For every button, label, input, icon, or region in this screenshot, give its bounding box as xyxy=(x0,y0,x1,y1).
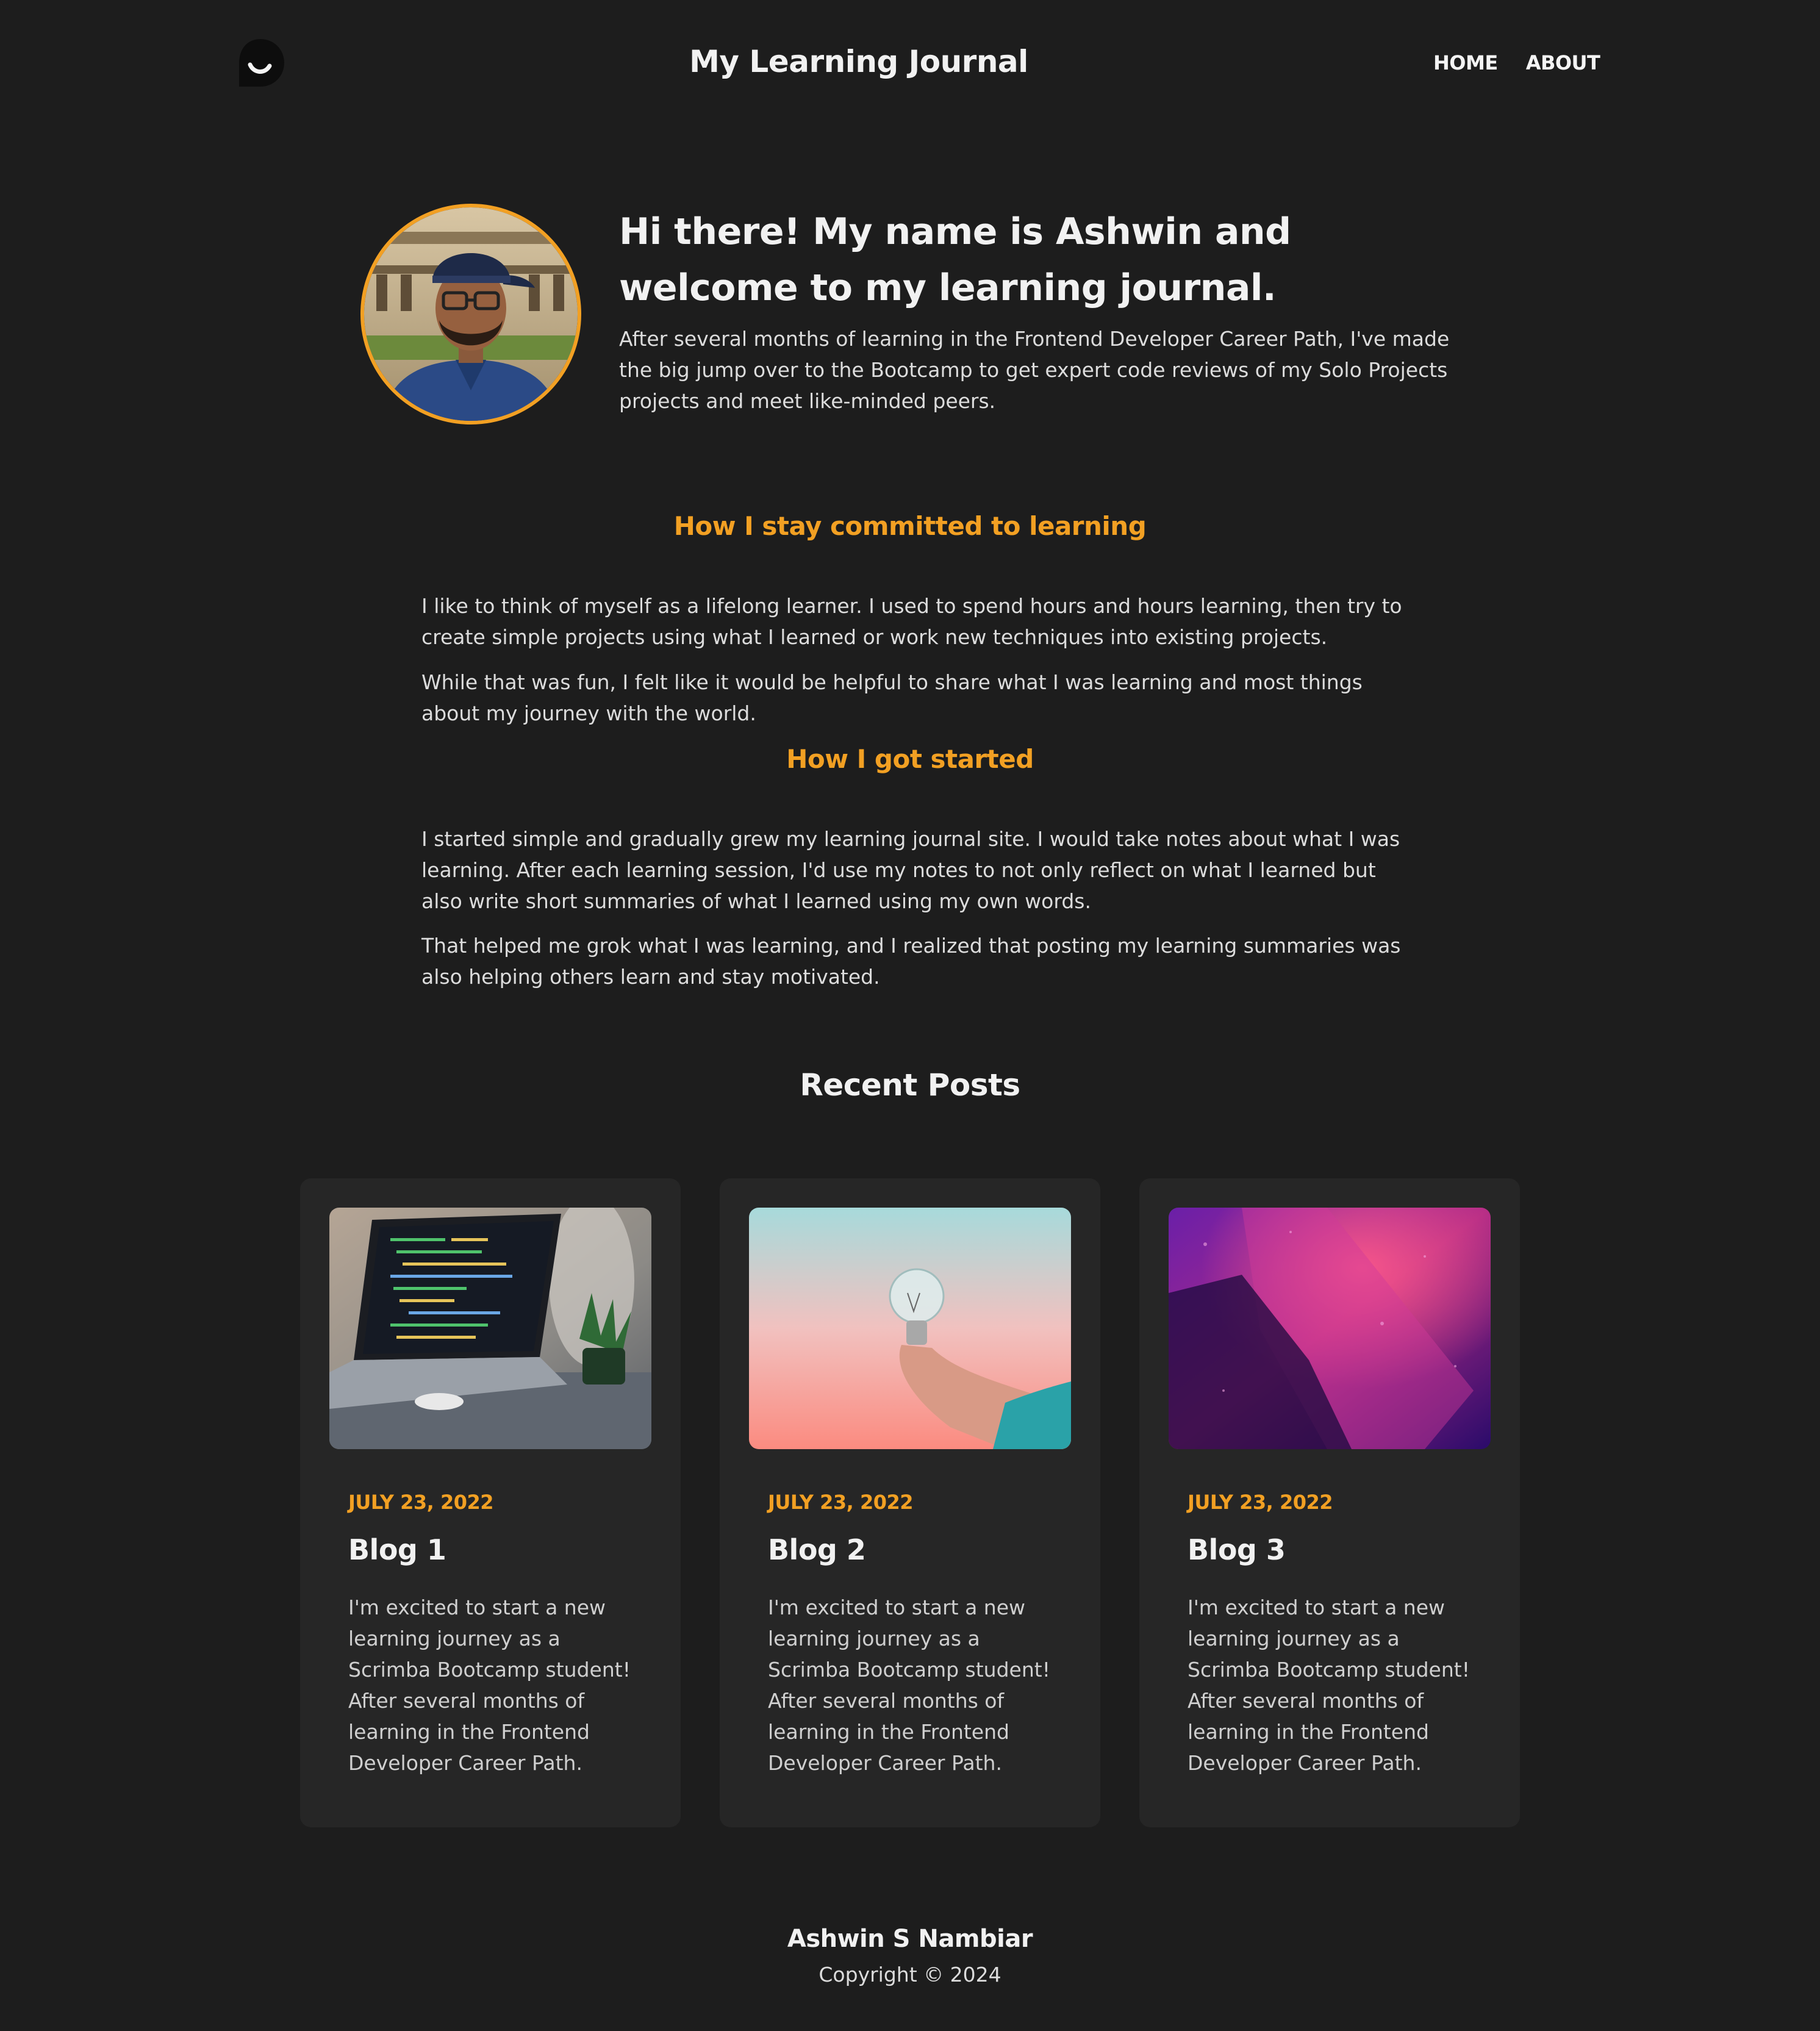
post-excerpt: I'm excited to start a new learning jour… xyxy=(768,1596,1050,1775)
section-paragraph: I started simple and gradually grew my l… xyxy=(421,827,1400,913)
nav-home-link[interactable]: HOME xyxy=(1433,51,1498,74)
post-excerpt: I'm excited to start a new learning jour… xyxy=(1188,1596,1470,1775)
footer-copyright: Copyright © 2024 xyxy=(819,1963,1001,1986)
post-title[interactable]: Blog 3 xyxy=(1188,1533,1286,1566)
post-date: JULY 23, 2022 xyxy=(1188,1491,1333,1514)
footer-author-name: Ashwin S Nambiar xyxy=(787,1925,1033,1953)
post-title[interactable]: Blog 1 xyxy=(348,1533,446,1566)
blog-post-card[interactable]: JULY 23, 2022 Blog 3 I'm excited to star… xyxy=(1139,1178,1520,1827)
hero-intro-text: After several months of learning in the … xyxy=(619,327,1450,413)
blog-1-image[interactable] xyxy=(329,1208,651,1449)
section-paragraph: I like to think of myself as a lifelong … xyxy=(421,594,1402,649)
post-excerpt: I'm excited to start a new learning jour… xyxy=(348,1596,631,1775)
hero-heading: Hi there! My name is Ashwin and welcome … xyxy=(619,210,1291,309)
section-title-got-started: How I got started xyxy=(786,744,1034,774)
recent-posts-title: Recent Posts xyxy=(800,1067,1020,1103)
section-paragraph: While that was fun, I felt like it would… xyxy=(421,670,1363,725)
section-paragraph: That helped me grok what I was learning,… xyxy=(421,934,1401,989)
post-title[interactable]: Blog 2 xyxy=(768,1533,866,1566)
blog-2-image[interactable] xyxy=(749,1208,1071,1449)
blog-post-card[interactable]: JULY 23, 2022 Blog 2 I'm excited to star… xyxy=(720,1178,1100,1827)
post-date: JULY 23, 2022 xyxy=(348,1491,494,1514)
section-title-committed: How I stay committed to learning xyxy=(673,511,1147,541)
post-date: JULY 23, 2022 xyxy=(768,1491,914,1514)
profile-avatar xyxy=(360,204,581,424)
blog-post-card[interactable]: JULY 23, 2022 Blog 1 I'm excited to star… xyxy=(300,1178,681,1827)
nav-about-link[interactable]: ABOUT xyxy=(1526,51,1600,74)
main-nav: HOME ABOUT xyxy=(1433,51,1600,74)
blog-3-image[interactable] xyxy=(1169,1208,1491,1449)
